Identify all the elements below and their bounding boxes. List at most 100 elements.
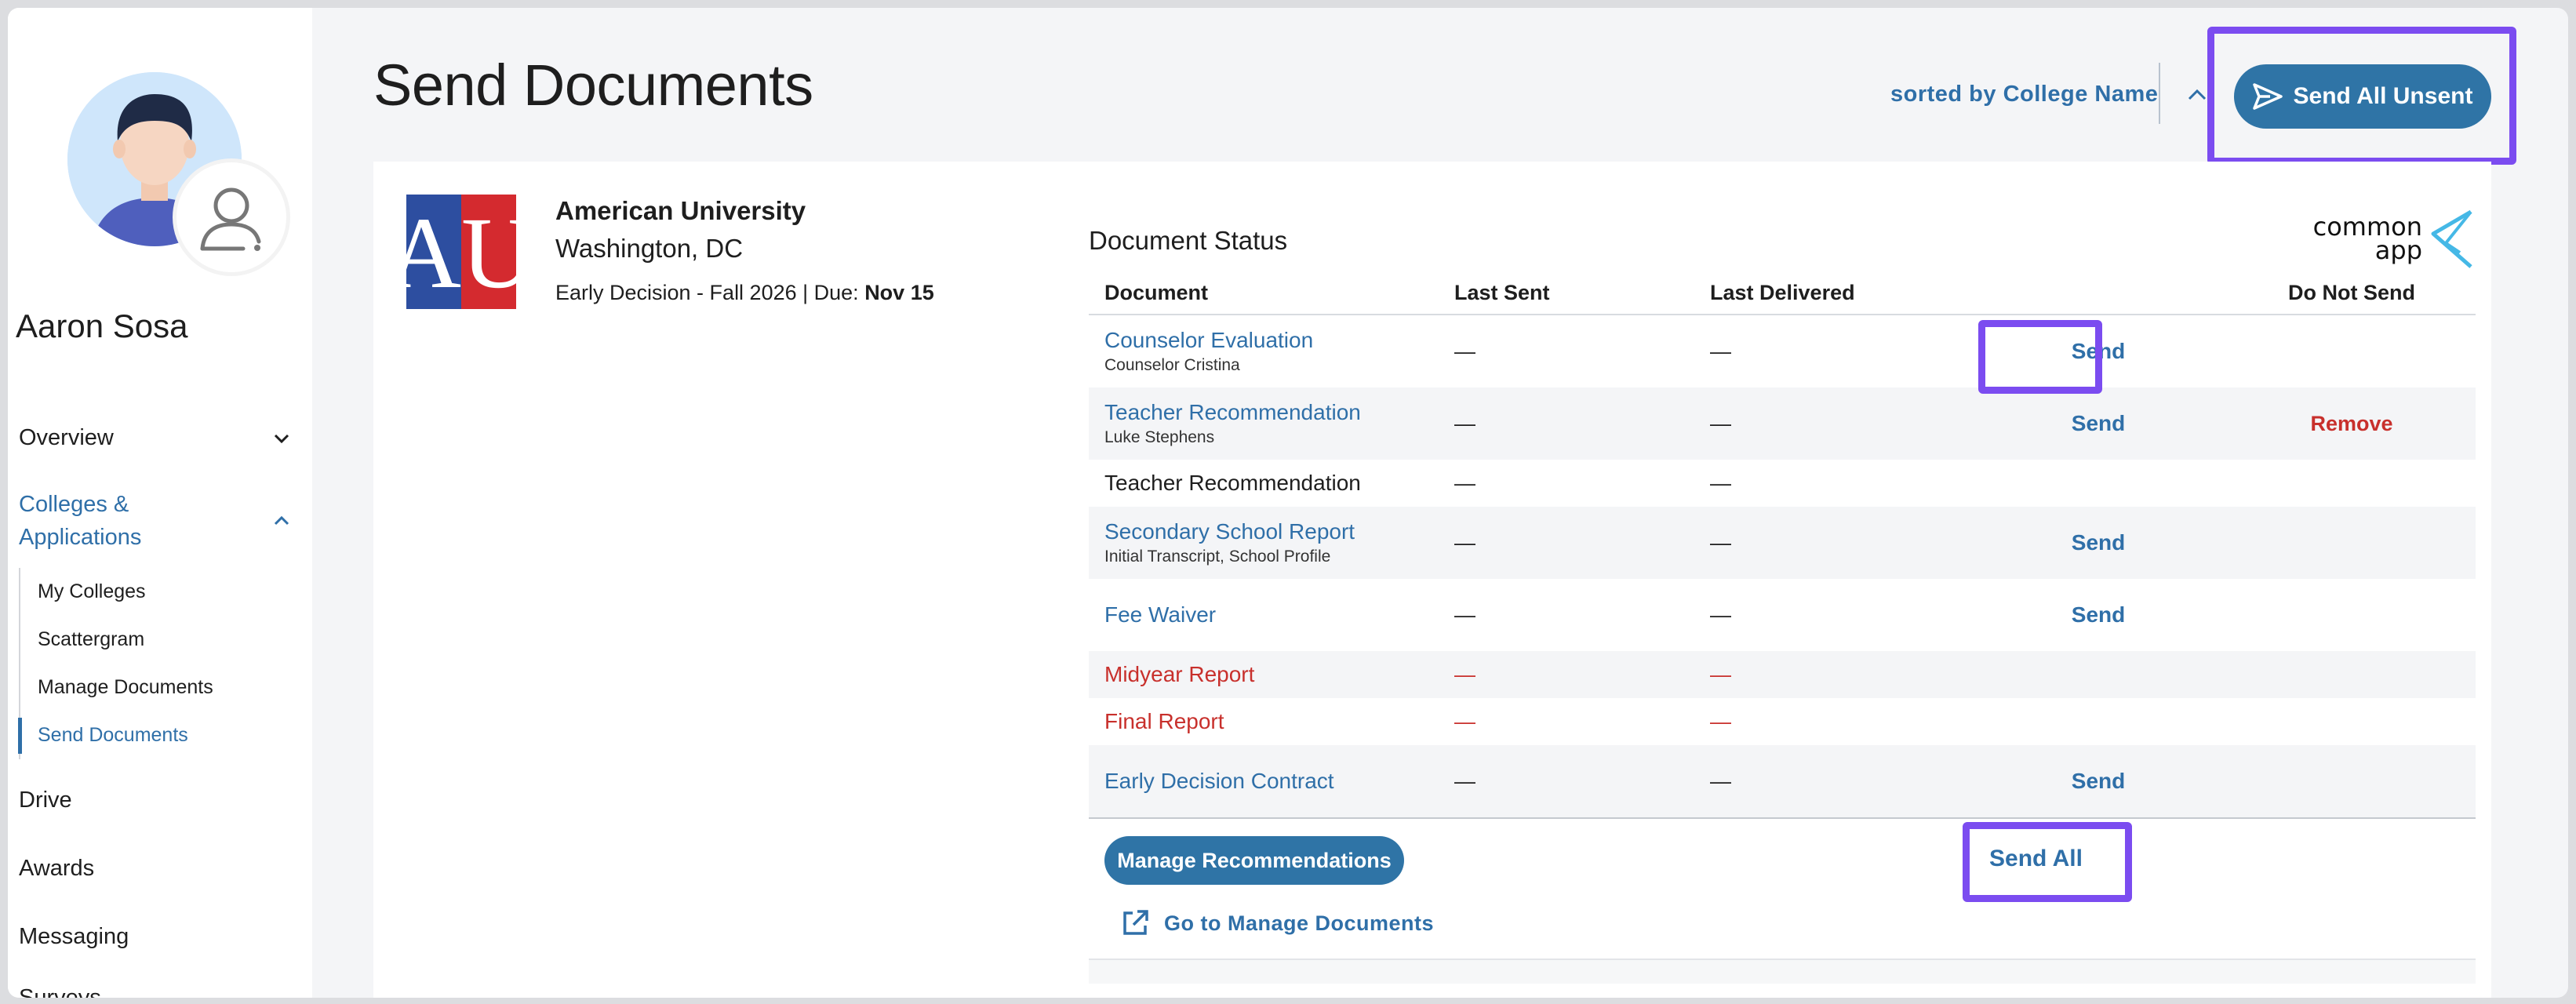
last-delivered-value: — [1710, 709, 1731, 733]
last-sent-value: — [1454, 662, 1475, 686]
last-sent-value: — [1454, 530, 1475, 555]
document-subtitle: Luke Stephens [1104, 428, 1215, 446]
last-delivered-value: — [1710, 602, 1731, 627]
sidebar-subitem-send-documents[interactable]: Send Documents [18, 711, 287, 759]
chevron-up-icon[interactable] [2184, 83, 2210, 107]
college-logo-mark: AU [387, 195, 535, 310]
last-sent-value: — [1454, 769, 1475, 793]
due-date: Nov 15 [864, 281, 934, 304]
divider [2159, 63, 2160, 124]
table-header: Document Last Sent Last Delivered Do Not… [1089, 271, 2476, 315]
last-delivered-value: — [1710, 339, 1731, 363]
table-row: Secondary School Report Initial Transcri… [1089, 507, 2476, 579]
common-app-logo: common app [2313, 209, 2476, 276]
remove-button[interactable]: Remove [2310, 412, 2392, 435]
document-subtitle: Counselor Cristina [1104, 356, 1240, 374]
sidebar-subitem-manage-documents[interactable]: Manage Documents [20, 664, 287, 711]
sidebar-item-messaging[interactable]: Messaging [19, 924, 293, 950]
sidebar-item-label: Colleges & Applications [19, 492, 142, 550]
chevron-up-icon [274, 515, 289, 526]
user-name: Aaron Sosa [16, 307, 188, 344]
college-plan: Early Decision - Fall 2026 | Due: Nov 15 [555, 281, 934, 305]
table-row: Final Report — — [1089, 698, 2476, 745]
table-divider [1089, 817, 2476, 819]
sidebar-item-surveys[interactable]: Surveys [19, 985, 293, 998]
header-last-delivered: Last Delivered [1710, 280, 1855, 304]
common-app-arrow-icon [2431, 209, 2472, 268]
external-link-icon [1123, 910, 1148, 935]
college-location: Washington, DC [555, 234, 744, 263]
table-row: Midyear Report — — [1089, 651, 2476, 698]
sidebar-item-overview[interactable]: Overview [19, 425, 293, 451]
documents-table: Document Last Sent Last Delivered Do Not… [1089, 271, 2476, 819]
header-do-not-send: Do Not Send [2288, 280, 2415, 304]
document-subtitle: Initial Transcript, School Profile [1104, 547, 1331, 566]
next-card-strip [1089, 960, 2476, 984]
last-delivered-value: — [1710, 530, 1731, 555]
last-delivered-value: — [1710, 471, 1731, 495]
sidebar-item-label: Overview [19, 425, 114, 450]
plan-text: Early Decision - Fall 2026 | Due: [555, 281, 865, 304]
document-title: Midyear Report [1104, 662, 1255, 686]
send-button[interactable]: Send [2072, 769, 2125, 793]
app-window: Aaron Sosa Overview Colleges & Applicati… [8, 8, 2568, 998]
table-row: Fee Waiver — — Send [1089, 579, 2476, 651]
last-delivered-value: — [1710, 769, 1731, 793]
sidebar-subitem-scattergram[interactable]: Scattergram [20, 616, 287, 664]
send-button[interactable]: Send [2072, 411, 2125, 435]
document-title: Teacher Recommendation [1104, 471, 1361, 495]
send-all-unsent-button[interactable]: Send All Unsent [2234, 64, 2491, 129]
last-sent-value: — [1454, 411, 1475, 435]
sort-label[interactable]: sorted by College Name [1890, 82, 2158, 107]
avatar-group [67, 72, 295, 284]
send-button[interactable]: Send [2072, 602, 2125, 627]
sidebar-item-drive[interactable]: Drive [19, 788, 293, 813]
table-row: Early Decision Contract — — Send [1089, 745, 2476, 817]
sidebar-item-awards[interactable]: Awards [19, 856, 293, 882]
sidebar-item-colleges[interactable]: Colleges & Applications [19, 488, 293, 554]
send-all-unsent-label: Send All Unsent [2293, 83, 2473, 109]
sidebar-subnav: My Colleges Scattergram Manage Documents… [18, 568, 287, 759]
document-status-title: Document Status [1089, 226, 1288, 255]
sidebar-item-label: Awards [19, 856, 95, 881]
last-delivered-value: — [1710, 662, 1731, 686]
go-to-manage-documents-label: Go to Manage Documents [1164, 911, 1435, 935]
send-all-button[interactable]: Send All [1989, 846, 2083, 872]
logo-text: AU [406, 197, 516, 309]
sidebar-subitem-my-colleges[interactable]: My Colleges [20, 568, 287, 616]
header-document: Document [1104, 280, 1209, 304]
sidebar-item-label: Surveys [19, 985, 101, 998]
manage-recommendations-button[interactable]: Manage Recommendations [1104, 836, 1404, 885]
highlight-box [1978, 320, 2102, 394]
last-sent-value: — [1454, 339, 1475, 363]
document-title: Final Report [1104, 709, 1224, 733]
sidebar-item-label: Drive [19, 788, 72, 813]
header-last-sent: Last Sent [1454, 280, 1550, 304]
send-icon [2252, 83, 2283, 110]
sidebar-item-label: Messaging [19, 924, 129, 949]
document-link[interactable]: Counselor Evaluation [1104, 328, 1454, 353]
sidebar: Aaron Sosa Overview Colleges & Applicati… [8, 8, 312, 998]
chevron-down-icon [274, 434, 289, 443]
document-link[interactable]: Secondary School Report [1104, 519, 1454, 544]
common-app-wordmark: common app [2313, 214, 2422, 265]
last-sent-value: — [1454, 709, 1475, 733]
send-button[interactable]: Send [2072, 530, 2125, 555]
table-row: Teacher Recommendation Luke Stephens — —… [1089, 387, 2476, 460]
last-sent-value: — [1454, 471, 1475, 495]
page-title: Send Documents [373, 53, 813, 118]
table-row: Teacher Recommendation — — [1089, 460, 2476, 507]
brand-line-2: app [2374, 235, 2422, 265]
go-to-manage-documents-link[interactable]: Go to Manage Documents [1120, 908, 1434, 938]
document-link[interactable]: Early Decision Contract [1104, 769, 1454, 794]
document-link[interactable]: Fee Waiver [1104, 602, 1454, 628]
role-badge [173, 158, 290, 276]
document-link[interactable]: Teacher Recommendation [1104, 400, 1454, 425]
college-logo: AU [387, 195, 535, 310]
last-delivered-value: — [1710, 411, 1731, 435]
last-sent-value: — [1454, 602, 1475, 627]
college-name: American University [555, 196, 806, 225]
college-card: AU American University Washington, DC Ea… [373, 162, 2491, 998]
table-row: Counselor Evaluation Counselor Cristina … [1089, 315, 2476, 387]
user-role-icon [200, 187, 261, 251]
